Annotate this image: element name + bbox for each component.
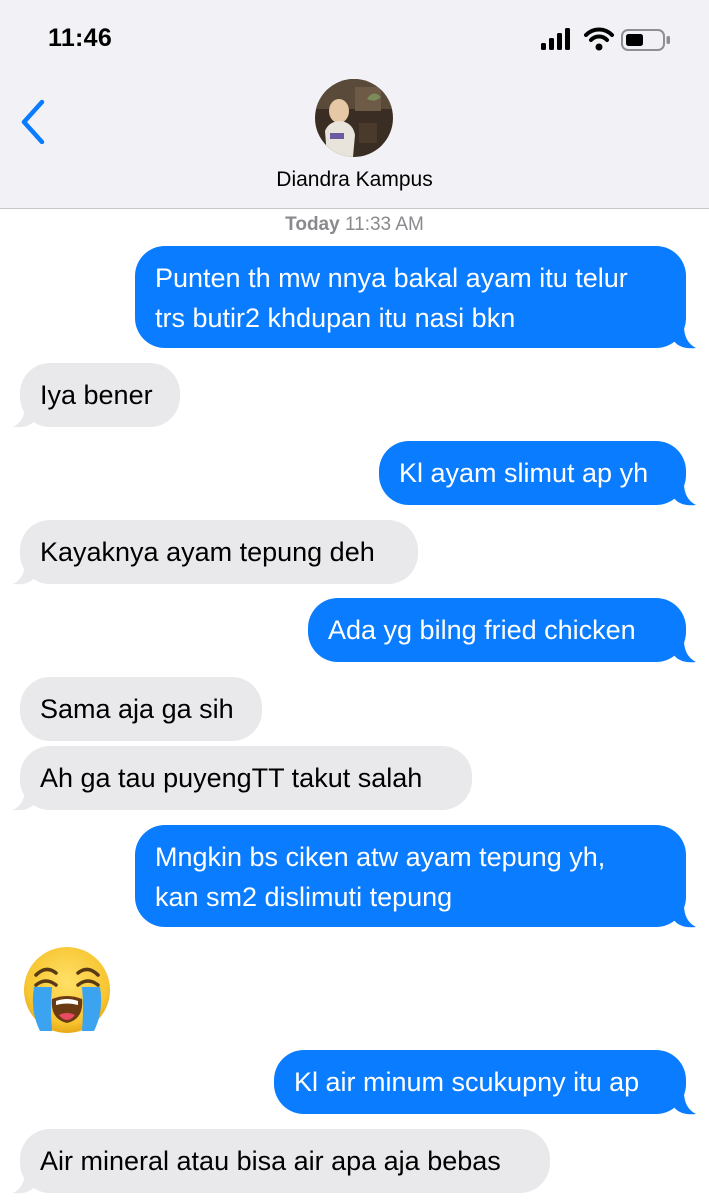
status-icons	[541, 24, 673, 56]
contact-avatar[interactable]	[315, 79, 393, 157]
message-line: Kl ayam slimut ap yh	[399, 458, 649, 488]
wifi-icon	[584, 27, 614, 51]
bubble-tail-sent	[672, 326, 696, 349]
message-sent-5[interactable]: Kl air minum scukupny itu ap	[274, 1050, 686, 1114]
message-received-4[interactable]: Ah ga tau puyengTT takut salah	[20, 746, 472, 810]
bubble-tail-sent	[672, 483, 696, 506]
message-line: Ada yg bilng fried chicken	[328, 615, 636, 645]
battery-icon	[621, 29, 670, 51]
chevron-left-icon	[21, 99, 45, 145]
message-line: trs butir2 khdupan itu nasi bkn	[155, 303, 516, 333]
timestamp-day: Today	[285, 214, 340, 235]
bubble-tail-sent	[672, 640, 696, 663]
conversation-header: Diandra Kampus	[0, 72, 709, 209]
message-sent-2[interactable]: Kl ayam slimut ap yh	[379, 441, 686, 505]
cellular-signal-icon	[541, 28, 570, 50]
message-sent-4[interactable]: Mngkin bs ciken atw ayam tepung yh, kan …	[135, 825, 686, 927]
message-line: Punten th mw nnya bakal ayam itu telur	[155, 263, 628, 293]
message-line: Kl air minum scukupny itu ap	[294, 1067, 640, 1097]
bubble-tail-received	[13, 788, 37, 811]
bubble-tail-sent	[672, 1092, 696, 1115]
message-received-5[interactable]: Air mineral atau bisa air apa aja bebas	[20, 1129, 550, 1193]
message-line: Sama aja ga sih	[40, 694, 234, 724]
bubble-tail-received	[13, 1171, 37, 1194]
message-received-3[interactable]: Sama aja ga sih	[20, 677, 262, 741]
message-received-2[interactable]: Kayaknya ayam tepung deh	[20, 520, 418, 584]
bubble-tail-received	[13, 405, 37, 428]
message-sent-1[interactable]: Punten th mw nnya bakal ayam itu telur t…	[135, 246, 686, 348]
message-line: Mngkin bs ciken atw ayam tepung yh,	[155, 842, 606, 872]
status-bar: 11:46	[0, 0, 709, 72]
message-line: Kayaknya ayam tepung deh	[40, 537, 375, 567]
message-line: kan sm2 dislimuti tepung	[155, 882, 453, 912]
message-line: Air mineral atau bisa air apa aja bebas	[40, 1146, 501, 1176]
message-received-emoji[interactable]	[22, 945, 112, 1035]
bubble-tail-received	[13, 562, 37, 585]
timestamp-time: 11:33 AM	[344, 214, 424, 235]
message-sent-3[interactable]: Ada yg bilng fried chicken	[308, 598, 686, 662]
back-button[interactable]	[12, 84, 56, 145]
status-time: 11:46	[48, 24, 113, 52]
message-line: Ah ga tau puyengTT takut salah	[40, 763, 423, 793]
message-line: Iya bener	[40, 380, 153, 410]
thread-timestamp: Today 11:33 AM	[0, 214, 709, 236]
loudly-crying-face-icon	[24, 947, 110, 1033]
bubble-tail-sent	[672, 905, 696, 928]
contact-name[interactable]: Diandra Kampus	[0, 168, 709, 192]
message-received-1[interactable]: Iya bener	[20, 363, 180, 427]
